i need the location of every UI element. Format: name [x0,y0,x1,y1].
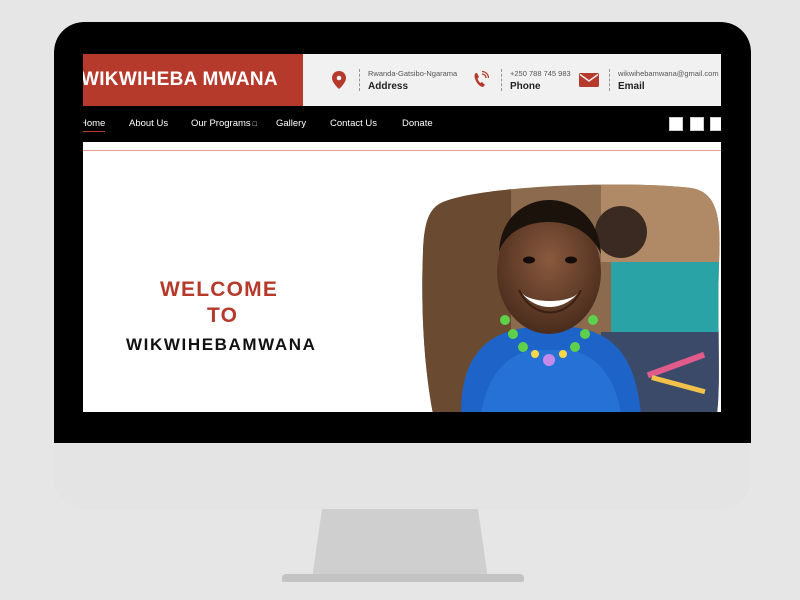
divider [359,69,360,91]
hero-child-photo [422,184,720,412]
social-icon-3[interactable] [710,117,721,131]
nav-our-programs[interactable]: Our Programs □ [191,118,257,129]
hero-welcome: WELCOME [160,278,279,301]
brand-name: WIKWIHEBA MWANA [83,69,278,90]
email-value[interactable]: wikwihebamwana@gmail.com [618,69,719,78]
brand-block[interactable]: WIKWIHEBA MWANA [83,54,303,106]
main-navigation: Home About Us Our Programs □ Gallery Cont… [83,106,721,142]
monitor-stand [312,509,488,579]
address-label: Address [368,80,409,92]
nav-contact-us[interactable]: Contact Us [330,118,377,129]
hero-site-name: WIKWIHEBAMWANA [126,335,317,354]
phone-label: Phone [510,80,541,92]
website-screen: WIKWIHEBA MWANA Rwanda-Gatsibo-Ngarama A… [83,54,721,412]
nav-donate[interactable]: Donate [402,118,433,129]
divider [501,69,502,91]
nav-home[interactable]: Home [83,118,106,132]
social-icon-1[interactable] [669,117,683,131]
nav-about-us[interactable]: About Us [129,118,168,129]
monitor-foot [282,574,524,582]
address-value: Rwanda-Gatsibo-Ngarama [368,68,458,78]
hero-to: TO [207,304,239,327]
monitor-chin [54,443,751,509]
contact-address: Rwanda-Gatsibo-Ngarama Address [329,54,457,106]
contact-phone: +250 788 745 983 Phone [471,54,571,106]
envelope-icon [579,70,599,90]
divider [609,69,610,91]
social-icon-2[interactable] [690,117,704,131]
hero-divider [83,150,721,151]
dropdown-icon: □ [252,121,257,128]
email-label: Email [618,80,645,92]
top-bar: WIKWIHEBA MWANA Rwanda-Gatsibo-Ngarama A… [83,54,721,106]
nav-our-programs-label: Our Programs [191,118,251,129]
phone-value[interactable]: +250 788 745 983 [510,69,571,78]
phone-icon [471,70,491,90]
nav-gallery[interactable]: Gallery [276,118,306,129]
map-pin-icon [329,70,349,90]
contact-email: wikwihebamwana@gmail.com Email [579,54,719,106]
